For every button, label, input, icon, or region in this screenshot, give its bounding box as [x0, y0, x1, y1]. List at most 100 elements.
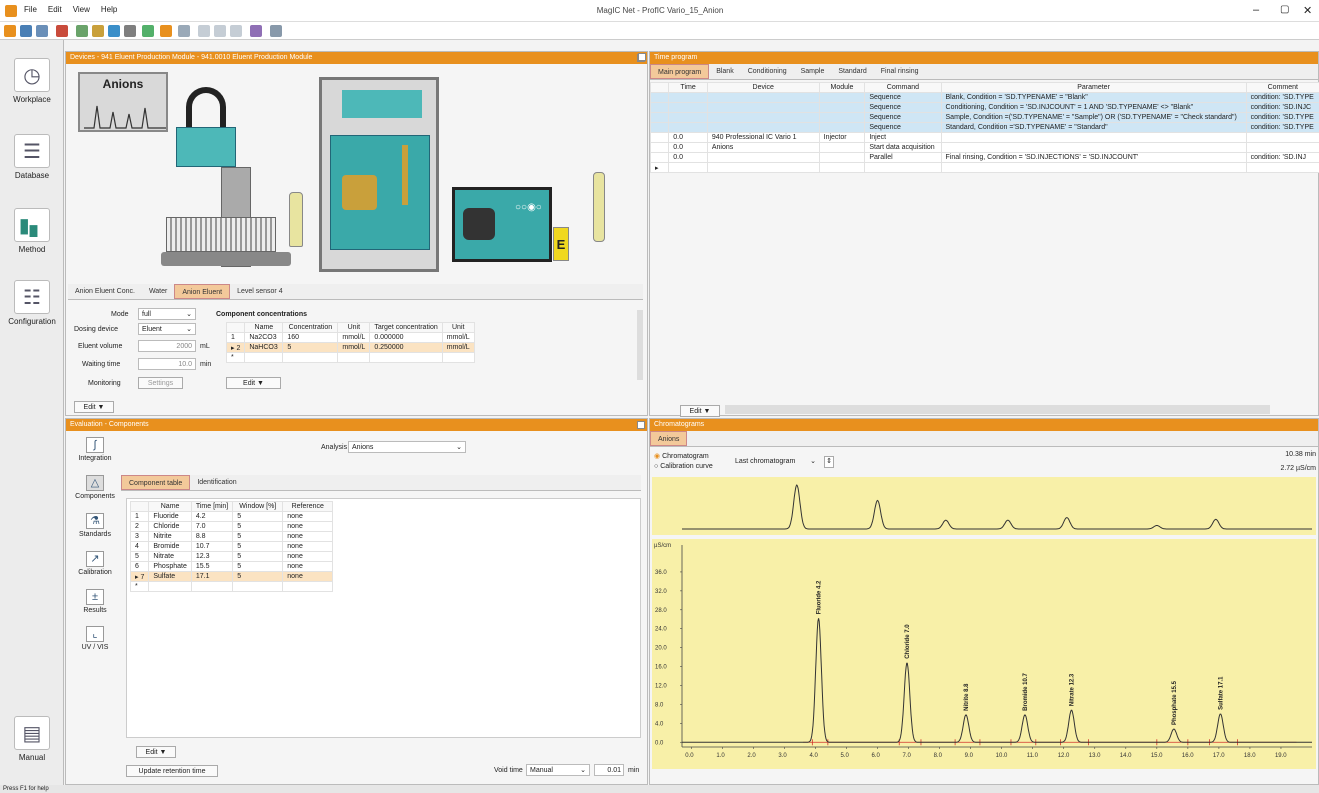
- radio-calibration-curve[interactable]: ○ Calibration curve: [654, 463, 713, 470]
- split-icon[interactable]: [214, 25, 226, 37]
- side-results[interactable]: ± Results: [70, 589, 120, 614]
- table-row[interactable]: ▸: [649, 162, 1319, 173]
- table-row[interactable]: 3 Nitrite 8.8 5 none: [129, 531, 334, 542]
- table-row[interactable]: 0.0 Anions Start data acquisition: [649, 142, 1319, 153]
- menu-edit[interactable]: Edit: [48, 5, 62, 14]
- table-row[interactable]: Sequence Blank, Condition = 'SD.TYPENAME'…: [649, 92, 1319, 103]
- edit-button[interactable]: Edit ▼: [74, 401, 114, 413]
- tab-conditioning[interactable]: Conditioning: [741, 64, 794, 79]
- open-icon[interactable]: [20, 25, 32, 37]
- nav-workplace[interactable]: ◷ Workplace: [8, 58, 56, 104]
- nav-manual[interactable]: ▤ Manual: [8, 716, 56, 762]
- table-row[interactable]: 0.0 Parallel Final rinsing, Condition = 'S…: [649, 152, 1319, 163]
- tab-sample[interactable]: Sample: [794, 64, 832, 79]
- maximize-checkbox[interactable]: [638, 53, 646, 61]
- eluent-volume-input[interactable]: 2000: [138, 340, 196, 352]
- column-header[interactable]: Reference: [282, 501, 334, 512]
- tab-anion-eluent-conc[interactable]: Anion Eluent Conc.: [68, 284, 142, 299]
- table-row[interactable]: 4 Bromide 10.7 5 none: [129, 541, 334, 552]
- table-row[interactable]: *: [225, 352, 475, 363]
- waiting-time-input[interactable]: 10.0: [138, 358, 196, 370]
- nav-database[interactable]: ☰ Database: [8, 134, 56, 180]
- side-integration[interactable]: ∫ Integration: [70, 437, 120, 462]
- check-icon[interactable]: [142, 25, 154, 37]
- help-icon[interactable]: [270, 25, 282, 37]
- spinner-icon[interactable]: ⇕: [824, 456, 834, 468]
- horizontal-scrollbar[interactable]: [725, 405, 1270, 414]
- column-header[interactable]: Concentration: [282, 322, 339, 333]
- table-icon[interactable]: [92, 25, 104, 37]
- column-header[interactable]: Device: [706, 82, 820, 93]
- column-header[interactable]: Name: [148, 501, 192, 512]
- column-header[interactable]: Command: [864, 82, 942, 93]
- table-row[interactable]: ▸ 7 Sulfate 17.1 5 none: [129, 571, 334, 582]
- side-calibration[interactable]: ↗ Calibration: [70, 551, 120, 576]
- table-row[interactable]: 1 Na2CO3 160 mmol/L 0.000000 mmol/L: [225, 332, 475, 343]
- menu-help[interactable]: Help: [101, 5, 117, 14]
- column-header[interactable]: Unit: [337, 322, 371, 333]
- column-header[interactable]: Unit: [441, 322, 475, 333]
- column-header[interactable]: Parameter: [940, 82, 1247, 93]
- column-header[interactable]: [129, 501, 150, 512]
- print-icon[interactable]: [56, 25, 68, 37]
- close-tab-icon[interactable]: [230, 25, 242, 37]
- settings-button[interactable]: Settings: [138, 377, 183, 389]
- tab-water[interactable]: Water: [142, 284, 174, 299]
- tab-blank[interactable]: Blank: [709, 64, 741, 79]
- column-header[interactable]: Module: [818, 82, 866, 93]
- scrollbar[interactable]: [637, 310, 643, 380]
- minimize-button[interactable]: –: [1253, 4, 1259, 16]
- table-row[interactable]: 6 Phosphate 15.5 5 none: [129, 561, 334, 572]
- table-row[interactable]: Sequence Sample, Condition =('SD.TYPENAME…: [649, 112, 1319, 123]
- menu-icon[interactable]: [124, 25, 136, 37]
- column-header[interactable]: Target concentration: [369, 322, 443, 333]
- refresh-icon[interactable]: [178, 25, 190, 37]
- tab-main-program[interactable]: Main program: [650, 64, 710, 79]
- new-icon[interactable]: [4, 25, 16, 37]
- save-icon[interactable]: [36, 25, 48, 37]
- table-row[interactable]: 1 Fluoride 4.2 5 none: [129, 511, 334, 522]
- table-row[interactable]: Sequence Conditioning, Condition = 'SD.IN…: [649, 102, 1319, 113]
- tab-final-rinsing[interactable]: Final rinsing: [874, 64, 926, 79]
- list-icon[interactable]: [108, 25, 120, 37]
- column-header[interactable]: Name: [244, 322, 284, 333]
- gear-icon[interactable]: [160, 25, 172, 37]
- chromatogram-chart[interactable]: µS/cm 0.0 4.0 8.0 12.0 16.0 20.0 24.0 28.0 32.0 36…: [652, 477, 1316, 769]
- table-row[interactable]: *: [129, 581, 334, 592]
- side-uv-vis[interactable]: ⌞ UV / VIS: [70, 626, 120, 651]
- void-time-input[interactable]: 0.01: [594, 764, 624, 776]
- radio-chromatogram[interactable]: ◉ Chromatogram: [654, 452, 709, 460]
- column-header[interactable]: Comment: [1245, 82, 1319, 93]
- column-header[interactable]: Time: [668, 82, 708, 93]
- column-header[interactable]: Window [%]: [232, 501, 284, 512]
- edit-button[interactable]: Edit ▼: [226, 377, 281, 389]
- column-header[interactable]: Time [min]: [190, 501, 234, 512]
- void-time-select[interactable]: Manual ⌄: [526, 764, 590, 776]
- tab-level-sensor-4[interactable]: Level sensor 4: [230, 284, 290, 299]
- menu-view[interactable]: View: [73, 5, 90, 14]
- side-components[interactable]: △ Components: [70, 475, 120, 500]
- column-header[interactable]: [649, 82, 670, 93]
- table-row[interactable]: 5 Nitrate 12.3 5 none: [129, 551, 334, 562]
- edit-button[interactable]: Edit ▼: [136, 746, 176, 758]
- dosing-device-select[interactable]: Eluent ⌄: [138, 323, 196, 335]
- edit-button[interactable]: Edit ▼: [680, 405, 720, 417]
- maximize-button[interactable]: ▢: [1280, 4, 1289, 15]
- analysis-select[interactable]: Anions ⌄: [348, 441, 466, 453]
- window-icon[interactable]: [198, 25, 210, 37]
- update-retention-time-button[interactable]: Update retention time: [126, 765, 218, 777]
- side-standards[interactable]: ⚗ Standards: [70, 513, 120, 538]
- tab-standard[interactable]: Standard: [831, 64, 873, 79]
- nav-method[interactable]: ▮▖ Method: [8, 208, 56, 254]
- table-row[interactable]: 0.0 940 Professional IC Vario 1 Injector In…: [649, 132, 1319, 143]
- chromatogram-select[interactable]: Last chromatogram ⌄: [732, 456, 822, 468]
- grid-icon[interactable]: [76, 25, 88, 37]
- user-icon[interactable]: [250, 25, 262, 37]
- table-row[interactable]: Sequence Standard, Condition ='SD.TYPENAM…: [649, 122, 1319, 133]
- maximize-checkbox[interactable]: [637, 421, 645, 429]
- menu-file[interactable]: File: [24, 5, 37, 14]
- nav-configuration[interactable]: ☷ Configuration: [8, 280, 56, 326]
- tab-anion-eluent[interactable]: Anion Eluent: [174, 284, 231, 299]
- tab-anions[interactable]: Anions: [650, 431, 688, 446]
- column-header[interactable]: [225, 322, 246, 333]
